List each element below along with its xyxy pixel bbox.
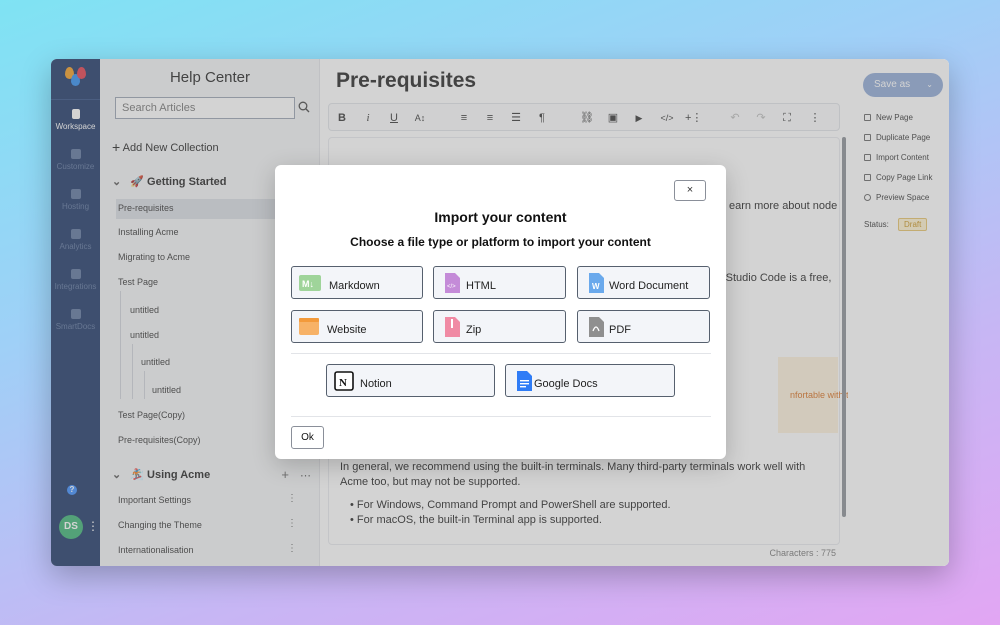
import-option-markdown[interactable]: M↓ Markdown <box>291 266 423 299</box>
import-option-website[interactable]: Website <box>291 310 423 343</box>
google-docs-icon <box>517 371 532 391</box>
close-button[interactable]: × <box>674 180 706 201</box>
notion-icon: N <box>334 371 354 391</box>
svg-text:N: N <box>339 377 347 389</box>
dialog-divider <box>291 353 711 354</box>
website-icon <box>299 318 319 335</box>
markdown-icon: M↓ <box>299 275 321 291</box>
import-option-word[interactable]: W Word Document <box>577 266 710 299</box>
dialog-title: Import your content <box>434 209 567 225</box>
import-option-google-docs[interactable]: Google Docs <box>505 364 675 397</box>
dialog-divider <box>291 416 711 417</box>
import-option-notion[interactable]: N Notion <box>326 364 495 397</box>
pdf-file-icon <box>589 317 604 337</box>
import-option-html[interactable]: </> HTML <box>433 266 566 299</box>
svg-text:M↓: M↓ <box>302 279 314 289</box>
ok-button[interactable]: Ok <box>291 426 324 449</box>
dialog-subtitle: Choose a file type or platform to import… <box>350 235 651 249</box>
svg-text:W: W <box>592 282 600 291</box>
import-option-pdf[interactable]: PDF <box>577 310 710 343</box>
svg-text:</>: </> <box>447 284 456 290</box>
import-option-zip[interactable]: Zip <box>433 310 566 343</box>
import-content-dialog: × Import your content Choose a file type… <box>275 165 726 459</box>
zip-file-icon <box>445 317 460 337</box>
word-file-icon: W <box>589 273 604 293</box>
html-file-icon: </> <box>445 273 460 293</box>
